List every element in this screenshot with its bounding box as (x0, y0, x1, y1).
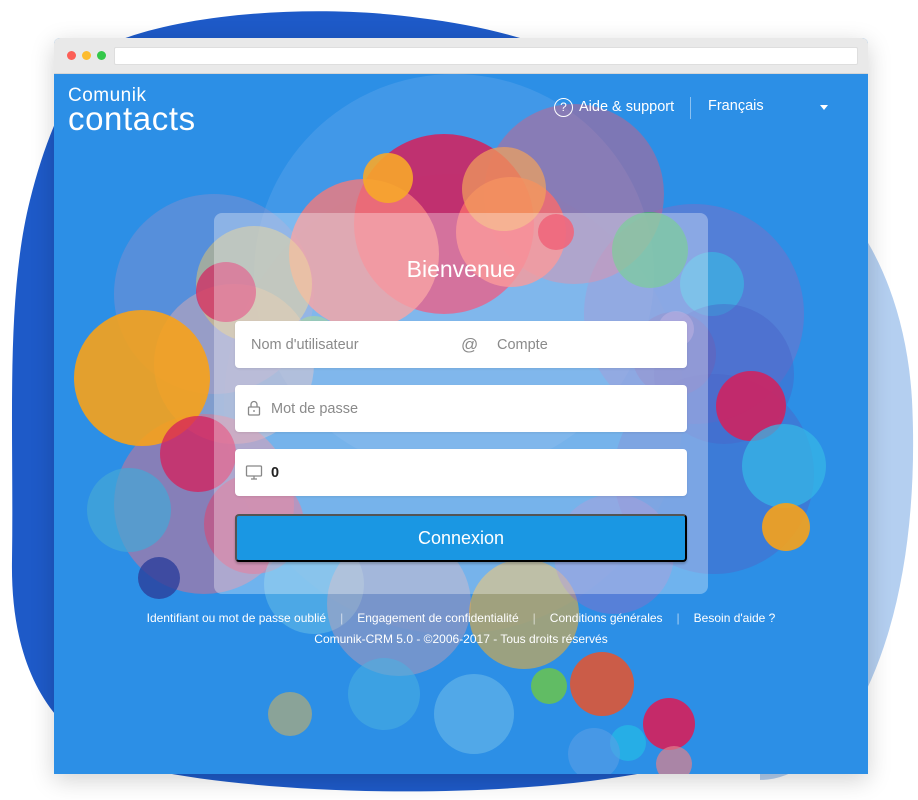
help-support-link[interactable]: ? Aide & support (554, 96, 674, 118)
username-account-field: @ (235, 321, 687, 368)
maximize-window-button[interactable] (97, 51, 106, 60)
help-support-label: Aide & support (579, 99, 675, 115)
footer-links: Identifiant ou mot de passe oublié | Eng… (54, 611, 868, 625)
forgot-credentials-link[interactable]: Identifiant ou mot de passe oublié (147, 611, 326, 625)
language-select[interactable]: Français (708, 98, 828, 118)
footer-separator: | (340, 611, 344, 625)
account-input[interactable] (497, 321, 677, 368)
privacy-policy-link[interactable]: Engagement de confidentialité (357, 611, 518, 625)
monitor-icon (245, 465, 263, 480)
footer-separator: | (676, 611, 680, 625)
footer-separator: | (532, 611, 536, 625)
address-bar[interactable] (114, 47, 858, 65)
password-input[interactable] (271, 385, 671, 432)
chevron-down-icon (820, 105, 828, 110)
nav-divider (690, 97, 691, 119)
close-window-button[interactable] (67, 51, 76, 60)
password-field (235, 385, 687, 432)
minimize-window-button[interactable] (82, 51, 91, 60)
terms-link[interactable]: Conditions générales (550, 611, 663, 625)
comunik-contacts-logo: Comunik contacts (68, 86, 196, 137)
language-selected-label: Français (708, 98, 764, 114)
help-circle-icon: ? (554, 97, 573, 117)
need-help-link[interactable]: Besoin d'aide ? (694, 611, 776, 625)
copyright-text: Comunik-CRM 5.0 - ©2006-2017 - Tous droi… (314, 632, 608, 646)
station-field (235, 449, 687, 496)
at-sign-separator: @ (461, 335, 479, 354)
login-title: Bienvenue (406, 256, 516, 282)
username-input[interactable] (251, 321, 451, 368)
connexion-button[interactable]: Connexion (235, 514, 687, 562)
station-input[interactable] (271, 449, 671, 496)
lock-icon (247, 400, 261, 416)
browser-window: Comunik contacts ? Aide & support França… (54, 38, 868, 774)
browser-toolbar (54, 38, 868, 74)
logo-product-line: contacts (68, 100, 196, 137)
